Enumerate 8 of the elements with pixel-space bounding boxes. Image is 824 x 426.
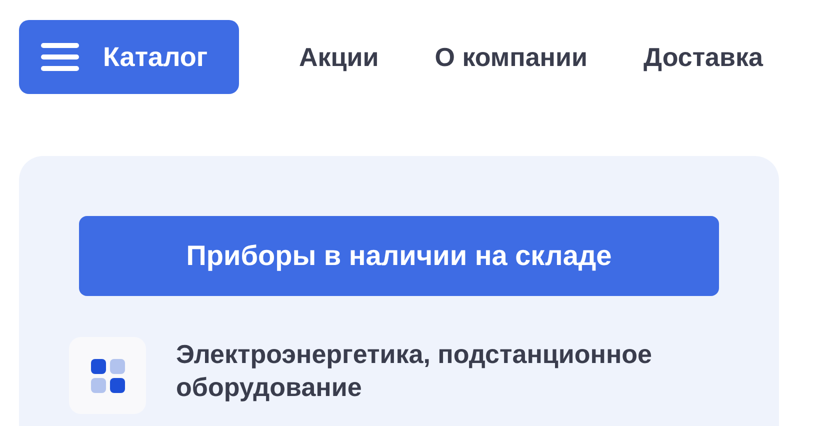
nav-link[interactable]: Акции — [299, 42, 379, 72]
category-icon[interactable] — [69, 337, 146, 414]
menu-icon — [41, 43, 79, 71]
nav-link[interactable]: О компании — [434, 42, 588, 72]
stock-button[interactable]: Приборы в наличии на складе — [79, 216, 719, 296]
category-title[interactable]: Электроэнергетика, подстанционное оборудование — [176, 337, 716, 404]
nav-link[interactable]: Доставка — [643, 42, 763, 72]
catalog-button[interactable]: Каталог — [19, 20, 239, 94]
